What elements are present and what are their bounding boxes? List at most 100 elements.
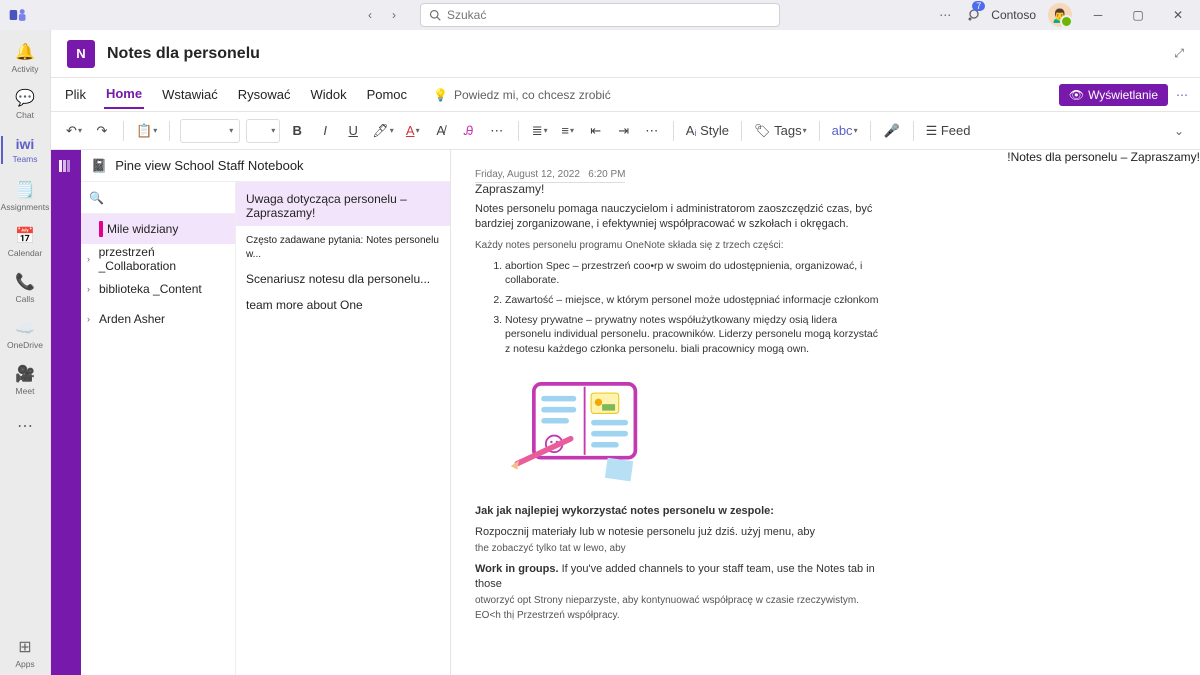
start-text: Rozpocznij materiały lub w notesie perso…: [475, 525, 875, 556]
apps-icon: ⊞: [18, 637, 31, 657]
page-item[interactable]: Uwaga dotycząca personelu – Zapraszamy!: [236, 182, 450, 226]
list-item: Notesy prywatne – prywatny notes współuż…: [505, 313, 885, 356]
bell-icon: 🔔: [15, 42, 35, 62]
collapse-ribbon-icon[interactable]: ⌄: [1170, 124, 1188, 138]
org-name: Contoso: [991, 8, 1036, 22]
tab-view[interactable]: Widok: [308, 81, 348, 108]
home-toolbar: ↶▾ ↷ 📋▾ ▾ ▾ B I U 🖊▾ A▾ A̸ Ꭿ ⋯ ≣▾ ≡▾ ⇤ ⇥…: [51, 112, 1200, 150]
cloud-icon: ☁️: [15, 318, 35, 338]
ribbon-more-icon[interactable]: ⋯: [1176, 88, 1188, 102]
notebook-title: Pine view School Staff Notebook: [115, 158, 303, 173]
page-canvas[interactable]: !Notes dla personelu – Zapraszamy! Frida…: [451, 150, 1200, 675]
work-groups-text: Work in groups. If you've added channels…: [475, 562, 875, 624]
tab-insert[interactable]: Wstawiać: [160, 81, 220, 108]
notifications-icon[interactable]: 7: [963, 7, 979, 23]
spellcheck-button[interactable]: abc▾: [830, 119, 860, 143]
window-maximize-icon[interactable]: ▢: [1124, 1, 1152, 29]
undo-button[interactable]: ↶▾: [63, 119, 85, 143]
notification-badge: 7: [972, 1, 985, 11]
tab-home[interactable]: Home: [104, 80, 144, 109]
rail-chat[interactable]: 💬Chat: [1, 82, 49, 126]
styles-button[interactable]: Aᵢ Style: [684, 119, 731, 143]
search-input[interactable]: [447, 8, 771, 22]
teams-label: iwi: [16, 136, 35, 152]
font-size-select[interactable]: ▾: [246, 119, 280, 143]
window-minimize-icon[interactable]: ─: [1084, 1, 1112, 29]
feed-button[interactable]: ☰ Feed: [924, 119, 973, 143]
expand-icon[interactable]: ⤢: [1174, 46, 1184, 61]
app-header: N Notes dla personelu ⤢: [51, 30, 1200, 78]
calls-icon: 📞: [15, 272, 35, 292]
tab-file[interactable]: Plik: [63, 81, 88, 108]
bold-button[interactable]: B: [286, 119, 308, 143]
viewing-mode-button[interactable]: 👁 Wyświetlanie: [1059, 84, 1168, 106]
page-item[interactable]: Scenariusz notesu dla personelu...: [236, 266, 450, 292]
rail-calendar[interactable]: 📅Calendar: [1, 220, 49, 264]
section-item-collab[interactable]: ›przestrzeń _Collaboration: [81, 244, 235, 274]
nav-forward-icon[interactable]: ›: [384, 5, 404, 25]
section-item-content[interactable]: ›biblioteka _Content: [81, 274, 235, 304]
rail-meet[interactable]: 🎥Meet: [1, 358, 49, 402]
clear-format-button[interactable]: A̸: [430, 119, 452, 143]
user-avatar[interactable]: 🙍‍♂️: [1048, 3, 1072, 27]
page-date: Friday, August 12, 2022 6:20 PM: [475, 169, 625, 183]
assignments-icon: 🗒️: [15, 180, 35, 200]
italic-button[interactable]: I: [314, 119, 336, 143]
notebook-icon: 📓: [91, 158, 107, 174]
settings-more-icon[interactable]: ⋯: [939, 8, 951, 22]
rail-calls[interactable]: 📞Calls: [1, 266, 49, 310]
section-search[interactable]: 🔍: [81, 182, 235, 214]
highlight-button[interactable]: 🖊▾: [370, 119, 396, 143]
notebook-nav-toggle[interactable]: [51, 150, 81, 675]
more-icon: ⋯: [17, 416, 33, 436]
tags-button[interactable]: 🏷 Tags▾: [752, 119, 809, 143]
dictate-button[interactable]: 🎤: [881, 119, 903, 143]
search-icon: 🔍: [89, 191, 104, 205]
page-item[interactable]: team more about One: [236, 292, 450, 318]
page-item[interactable]: Często zadawane pytania: Notes personelu…: [236, 226, 450, 266]
search-icon: [429, 9, 441, 21]
font-family-select[interactable]: ▾: [180, 119, 240, 143]
rail-activity[interactable]: 🔔Activity: [1, 36, 49, 80]
outdent-button[interactable]: ⇤: [585, 119, 607, 143]
meet-icon: 🎥: [15, 364, 35, 384]
section-item-welcome[interactable]: Mile widziany: [81, 214, 235, 244]
rail-more[interactable]: ⋯: [1, 404, 49, 448]
rail-onedrive[interactable]: ☁️OneDrive: [1, 312, 49, 356]
rail-teams[interactable]: iwiTeams: [1, 128, 49, 172]
bullets-button[interactable]: ≣▾: [529, 119, 551, 143]
indent-button[interactable]: ⇥: [613, 119, 635, 143]
redo-button[interactable]: ↷: [91, 119, 113, 143]
window-close-icon[interactable]: ✕: [1164, 1, 1192, 29]
calendar-icon: 📅: [15, 226, 35, 246]
tab-draw[interactable]: Rysować: [236, 81, 293, 108]
global-search[interactable]: [420, 3, 780, 27]
tab-help[interactable]: Pomoc: [365, 81, 409, 108]
notebook-content: 📓 Pine view School Staff Notebook 🔍 Mile…: [51, 150, 1200, 675]
page-title-float: !Notes dla personelu – Zapraszamy!: [1007, 150, 1200, 164]
numbering-button[interactable]: ≡▾: [557, 119, 579, 143]
font-color-button[interactable]: A▾: [402, 119, 424, 143]
notebook-title-row[interactable]: 📓 Pine view School Staff Notebook: [81, 150, 450, 182]
list-item: Zawartość – miejsce, w którym personel m…: [505, 293, 885, 307]
notebook-illustration: [505, 370, 655, 490]
section-item-arden[interactable]: ›Arden Asher: [81, 304, 235, 334]
more-font-icon[interactable]: ⋯: [486, 119, 508, 143]
app-title: Notes dla personelu: [107, 45, 260, 63]
sections-column: 🔍 Mile widziany ›przestrzeń _Collaborati…: [81, 182, 236, 675]
list-item: abortion Spec – przestrzeń coo•rp w swoi…: [505, 259, 885, 287]
parts-lead: Każdy notes personelu programu OneNote s…: [475, 239, 875, 253]
nav-back-icon[interactable]: ‹: [360, 5, 380, 25]
rail-assignments[interactable]: 🗒️Assignments: [1, 174, 49, 218]
parts-list: abortion Spec – przestrzeń coo•rp w swoi…: [505, 259, 885, 356]
rail-apps[interactable]: ⊞Apps: [1, 631, 49, 675]
ribbon-tabs: Plik Home Wstawiać Rysować Widok Pomoc 💡…: [51, 78, 1200, 112]
tell-me[interactable]: 💡 Powiedz mi, co chcesz zrobić: [433, 88, 611, 102]
welcome-line: Zapraszamy!: [475, 182, 1176, 196]
clipboard-button[interactable]: 📋▾: [134, 119, 159, 143]
more-para-icon[interactable]: ⋯: [641, 119, 663, 143]
main-area: N Notes dla personelu ⤢ Plik Home Wstawi…: [50, 30, 1200, 675]
intro-paragraph: Notes personelu pomaga nauczycielom i ad…: [475, 202, 875, 233]
underline-button[interactable]: U: [342, 119, 364, 143]
format-painter-button[interactable]: Ꭿ: [458, 119, 480, 143]
